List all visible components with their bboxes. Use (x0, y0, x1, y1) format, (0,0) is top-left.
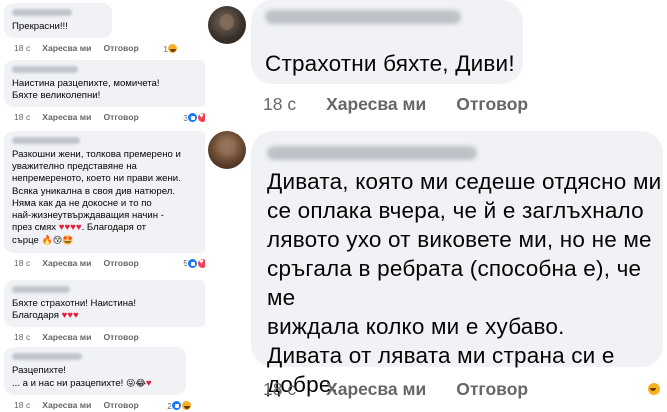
comment-bubble: Наистина разцепихте, момичета! Бяхте вел… (4, 60, 209, 108)
hearts-emoji: ♥♥♥♥ (58, 222, 82, 234)
like-button[interactable]: Харесва ми (326, 94, 426, 115)
commenter-name-blurred (12, 353, 82, 360)
commenter-name-blurred (12, 9, 72, 16)
comment-bubble: Разкошни жени, толкова премерено и уважи… (4, 131, 209, 253)
comment-time[interactable]: 18 с (14, 332, 30, 344)
comment-text: Страхотни бяхте, Диви! (265, 51, 515, 76)
emoji-group: 🔥😚🤩 (41, 235, 74, 246)
reaction-summary[interactable]: 2 (167, 400, 192, 412)
avatar[interactable] (208, 131, 246, 169)
comment-text: Разкошни жени, толкова премерено и уважи… (12, 149, 181, 247)
reply-button[interactable]: Отговор (456, 94, 528, 115)
comment-actions: 18 с Харесва ми Отговор 1 (14, 43, 180, 55)
comment-time[interactable]: 18 с (14, 258, 30, 270)
commenter-name-blurred (265, 10, 461, 24)
like-button[interactable]: Харесва ми (42, 258, 91, 270)
commenter-name-blurred (12, 137, 80, 144)
comment-time[interactable]: 18 с (14, 43, 30, 55)
reaction-summary[interactable] (647, 382, 661, 399)
commenter-name-blurred (12, 286, 70, 293)
comment: Прекрасни!!! 18 с Харесва ми Отговор 1 (4, 3, 180, 55)
comment-text: Дивата, която ми седеше отдясно ми се оп… (267, 169, 662, 397)
comment-text: Разцепихте! ... а и нас ни разцепихте! 😜… (12, 365, 152, 390)
comment-actions: 18 с Харесва ми Отговор 2 (14, 400, 194, 412)
reply-button[interactable]: Отговор (103, 400, 138, 412)
right-comment-panel: Страхотни бяхте, Диви! 18 с Харесва ми О… (205, 0, 667, 412)
comment-time[interactable]: 18 с (14, 112, 30, 124)
comment-bubble: Разцепихте! ... а и нас ни разцепихте! 😜… (4, 347, 186, 396)
emoji-group: 😜😂 (126, 378, 146, 389)
comment-actions: 18 с Харесва ми Отговор 3 (14, 111, 210, 124)
comment-actions: 18 с Харесва ми Отговор (263, 379, 528, 400)
like-button[interactable]: Харесва ми (42, 43, 91, 55)
reply-button[interactable]: Отговор (103, 332, 138, 344)
comment: Разкошни жени, толкова премерено и уважи… (4, 131, 210, 270)
like-button[interactable]: Харесва ми (42, 112, 91, 124)
comment-bubble: Прекрасни!!! (4, 3, 112, 39)
haha-reaction-icon (167, 43, 178, 55)
haha-reaction-icon (647, 382, 661, 396)
comment-actions: 18 с Харесва ми Отговор 5 (14, 257, 210, 270)
comment: Разцепихте! ... а и нас ни разцепихте! 😜… (4, 347, 194, 412)
like-button[interactable]: Харесва ми (42, 332, 91, 344)
commenter-name-blurred (12, 66, 78, 73)
reaction-summary[interactable]: 1 (163, 43, 178, 55)
commenter-name-blurred (267, 146, 477, 160)
left-comment-column: Прекрасни!!! 18 с Харесва ми Отговор 1 Н… (0, 0, 209, 412)
comment-actions: 18 с Харесва ми Отговор (263, 94, 528, 115)
hearts-emoji: ♥♥♥ (61, 310, 79, 322)
comment-time[interactable]: 18 с (263, 379, 296, 400)
like-button[interactable]: Харесва ми (326, 379, 426, 400)
like-button[interactable]: Харесва ми (42, 400, 91, 412)
comment-actions: 18 с Харесва ми Отговор (14, 332, 210, 344)
comment-text: Наистина разцепихте, момичета! Бяхте вел… (12, 78, 160, 102)
heart-emoji: ♥ (145, 378, 152, 390)
reply-button[interactable]: Отговор (456, 379, 528, 400)
haha-reaction-icon (181, 400, 192, 412)
comment-time[interactable]: 18 с (263, 94, 296, 115)
comment-text: Бяхте страхотни! Наистина! Благодаря ♥♥♥ (12, 298, 136, 322)
reply-button[interactable]: Отговор (103, 43, 138, 55)
comment-text: Прекрасни!!! (12, 21, 68, 32)
comment-time[interactable]: 18 с (14, 400, 30, 412)
comment: Наистина разцепихте, момичета! Бяхте вел… (4, 60, 210, 124)
comment-bubble: Бяхте страхотни! Наистина! Благодаря ♥♥♥ (4, 280, 209, 328)
comment: Бяхте страхотни! Наистина! Благодаря ♥♥♥… (4, 280, 210, 344)
reply-button[interactable]: Отговор (103, 112, 138, 124)
reply-button[interactable]: Отговор (103, 258, 138, 270)
avatar[interactable] (208, 6, 246, 44)
